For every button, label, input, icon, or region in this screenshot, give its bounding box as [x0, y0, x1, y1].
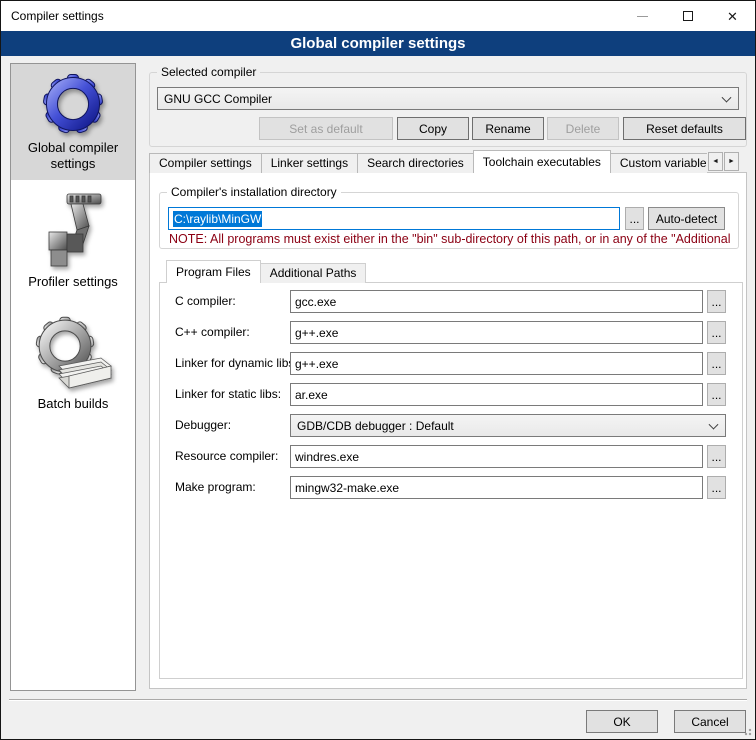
copy-button[interactable]: Copy — [397, 117, 469, 140]
program-files-page: C compiler: gcc.exe ... C++ compiler: g+… — [159, 282, 743, 679]
resource-compiler-browse-button[interactable]: ... — [707, 445, 726, 468]
cpp-compiler-browse-button[interactable]: ... — [707, 321, 726, 344]
gray-gear-stack-icon — [33, 312, 113, 392]
reset-defaults-button[interactable]: Reset defaults — [623, 117, 746, 140]
close-button[interactable]: ✕ — [710, 2, 755, 31]
delete-button[interactable]: Delete — [547, 117, 619, 140]
compiler-settings-dialog: Compiler settings ✕ Global compiler sett… — [0, 0, 756, 740]
settings-tab-bar: Compiler settings Linker settings Search… — [149, 150, 707, 173]
tab-program-files[interactable]: Program Files — [166, 260, 261, 283]
bin-subdirectory-note: NOTE: All programs must exist either in … — [169, 232, 735, 246]
minimize-button[interactable] — [620, 2, 665, 31]
browse-directory-button[interactable]: ... — [625, 207, 644, 230]
resource-compiler-value: windres.exe — [295, 450, 359, 464]
dynamic-linker-label: Linker for dynamic libs: — [175, 352, 298, 375]
debugger-label: Debugger: — [175, 414, 231, 437]
program-files-tab-bar: Program Files Additional Paths — [166, 258, 366, 283]
dynamic-linker-browse-button[interactable]: ... — [707, 352, 726, 375]
minimize-icon — [637, 16, 648, 17]
make-program-input[interactable]: mingw32-make.exe — [290, 476, 703, 499]
maximize-icon — [683, 11, 693, 21]
static-linker-browse-button[interactable]: ... — [707, 383, 726, 406]
title-bar: Compiler settings ✕ — [1, 1, 755, 31]
tab-compiler-settings[interactable]: Compiler settings — [149, 153, 262, 173]
resource-compiler-input[interactable]: windres.exe — [290, 445, 703, 468]
page-title: Global compiler settings — [1, 31, 755, 56]
groupbox-label: Compiler's installation directory — [167, 185, 341, 199]
c-compiler-input[interactable]: gcc.exe — [290, 290, 703, 313]
dynamic-linker-value: g++.exe — [295, 357, 338, 371]
cpp-compiler-input[interactable]: g++.exe — [290, 321, 703, 344]
set-as-default-button[interactable]: Set as default — [259, 117, 393, 140]
tab-toolchain-executables[interactable]: Toolchain executables — [473, 150, 611, 173]
window-title: Compiler settings — [11, 9, 620, 23]
sidebar-item-label: Global compiler settings — [23, 140, 123, 172]
static-linker-value: ar.exe — [295, 388, 328, 402]
c-compiler-browse-button[interactable]: ... — [707, 290, 726, 313]
cpp-compiler-value: g++.exe — [295, 326, 338, 340]
tab-scroll-left-button[interactable]: ◄ — [708, 152, 723, 171]
resize-grip[interactable] — [742, 726, 752, 736]
tab-search-directories[interactable]: Search directories — [357, 153, 474, 173]
compiler-select-value: GNU GCC Compiler — [164, 92, 272, 106]
make-program-label: Make program: — [175, 476, 256, 499]
tab-scroll-right-button[interactable]: ► — [724, 152, 739, 171]
make-program-browse-button[interactable]: ... — [707, 476, 726, 499]
auto-detect-button[interactable]: Auto-detect — [648, 207, 725, 230]
ok-button[interactable]: OK — [586, 710, 658, 733]
c-compiler-value: gcc.exe — [295, 295, 336, 309]
rename-button[interactable]: Rename — [472, 117, 544, 140]
tab-linker-settings[interactable]: Linker settings — [261, 153, 358, 173]
static-linker-input[interactable]: ar.exe — [290, 383, 703, 406]
sidebar-item-profiler-settings[interactable]: Profiler settings — [11, 184, 135, 290]
tab-additional-paths[interactable]: Additional Paths — [260, 263, 367, 283]
sidebar-item-label: Profiler settings — [11, 274, 135, 290]
sidebar-item-batch-builds[interactable]: Batch builds — [11, 304, 135, 412]
dynamic-linker-input[interactable]: g++.exe — [290, 352, 703, 375]
maximize-button[interactable] — [665, 2, 710, 31]
c-compiler-label: C compiler: — [175, 290, 236, 313]
cpp-compiler-label: C++ compiler: — [175, 321, 250, 344]
debugger-select-value: GDB/CDB debugger : Default — [297, 419, 454, 433]
install-directory-group: Compiler's installation directory C:\ray… — [159, 185, 739, 249]
make-program-value: mingw32-make.exe — [295, 481, 399, 495]
debugger-select[interactable]: GDB/CDB debugger : Default — [290, 414, 726, 437]
cancel-button[interactable]: Cancel — [674, 710, 746, 733]
chevron-down-icon — [709, 419, 719, 429]
compiler-select[interactable]: GNU GCC Compiler — [157, 87, 739, 110]
groupbox-label: Selected compiler — [157, 65, 260, 79]
resource-compiler-label: Resource compiler: — [175, 445, 278, 468]
selected-path-text: C:\raylib\MinGW — [173, 211, 262, 227]
sidebar-item-global-compiler-settings[interactable]: Global compiler settings — [11, 64, 135, 180]
close-icon: ✕ — [727, 10, 738, 23]
install-directory-input[interactable]: C:\raylib\MinGW — [168, 207, 620, 230]
toolchain-executables-page: Compiler's installation directory C:\ray… — [149, 172, 747, 689]
caliper-icon — [37, 192, 109, 270]
tab-custom-variables[interactable]: Custom variables — [610, 153, 707, 173]
selected-compiler-group: Selected compiler GNU GCC Compiler Set a… — [149, 65, 747, 147]
blue-gear-icon — [41, 72, 105, 136]
footer-divider — [9, 699, 747, 701]
sidebar-item-label: Batch builds — [11, 396, 135, 412]
settings-category-list: Global compiler settings — [10, 63, 136, 691]
chevron-down-icon — [722, 92, 732, 102]
static-linker-label: Linker for static libs: — [175, 383, 281, 406]
